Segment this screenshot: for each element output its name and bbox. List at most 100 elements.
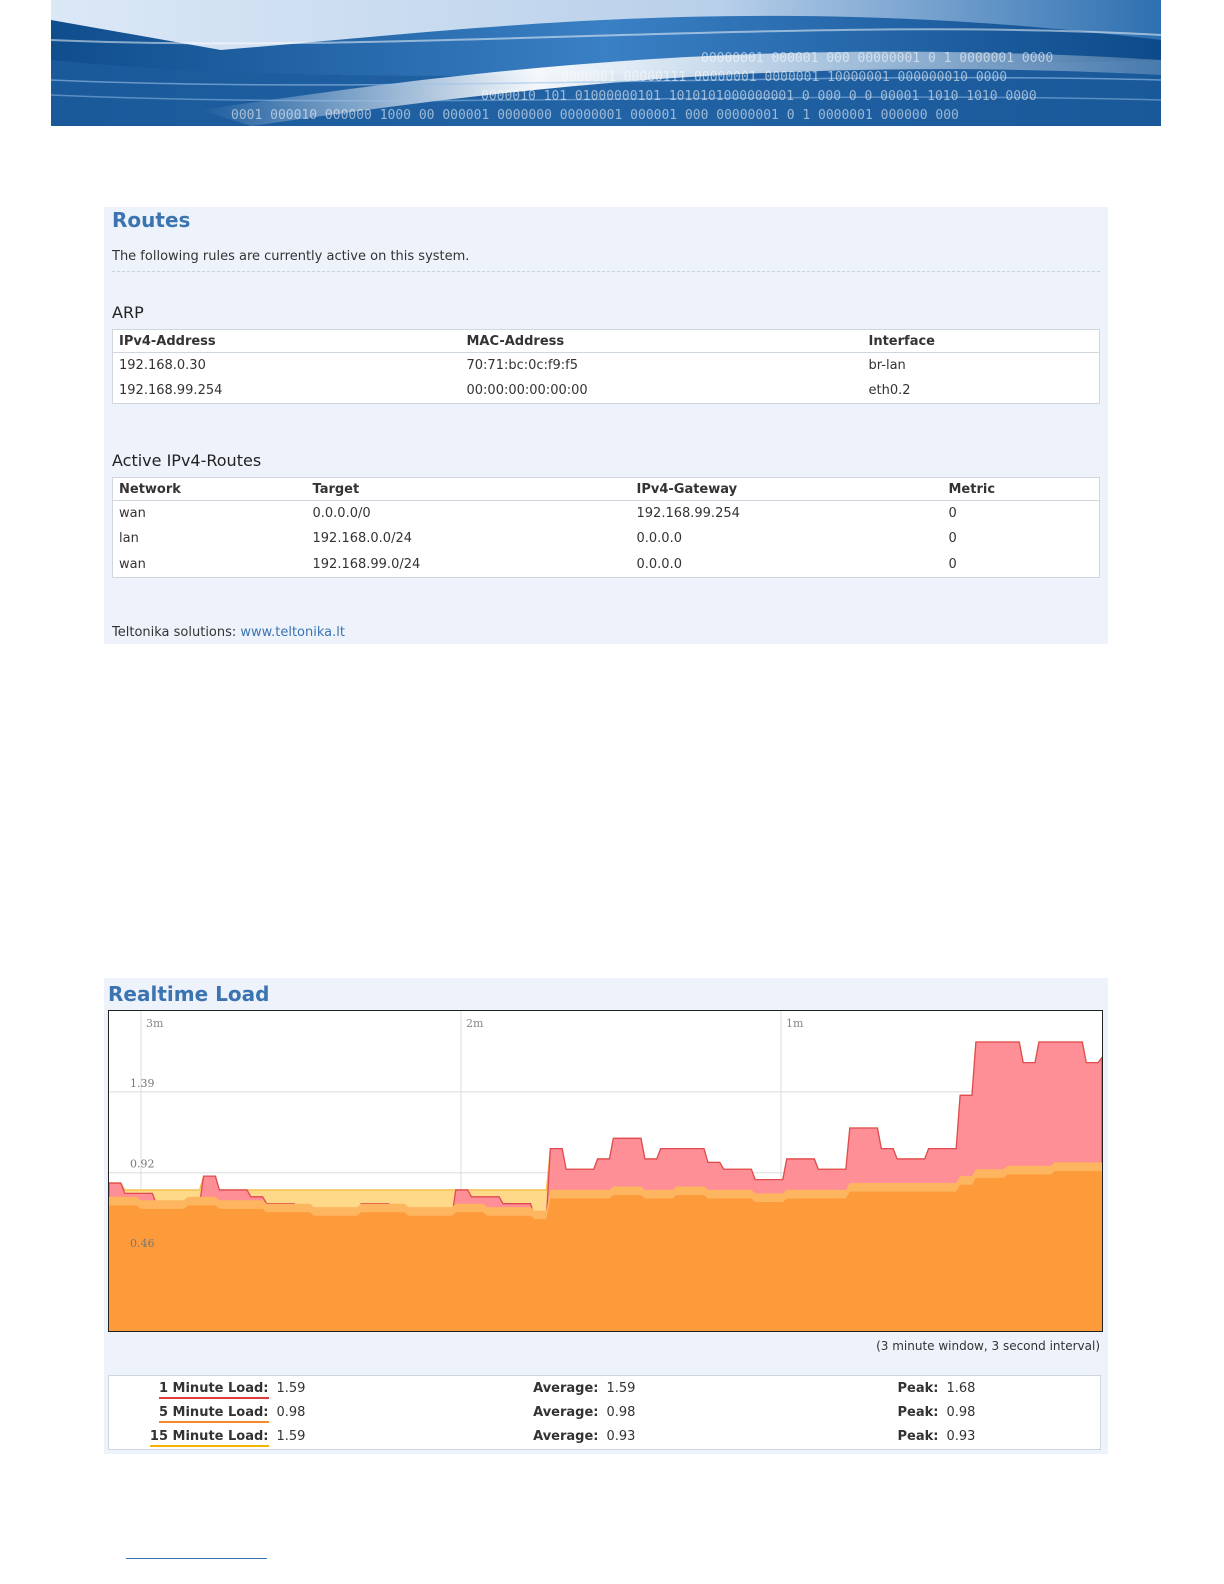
arp-table: IPv4-Address MAC-Address Interface 192.1… xyxy=(112,329,1100,404)
column-header: IPv4-Address xyxy=(112,329,461,353)
route-gateway-cell: 192.168.99.254 xyxy=(636,506,740,521)
route-network-cell: wan xyxy=(119,506,146,521)
legend-row: 1 Minute Load: 1.59 Average: 1.59 Peak: 1.68 xyxy=(109,1376,1101,1401)
footer-prefix: Teltonika solutions: xyxy=(112,625,241,640)
legend-peak-value-cell: 1.68 xyxy=(943,1376,1101,1401)
column-header: Network xyxy=(112,477,307,501)
load-chart-svg: 3m 2m 1m 1.39 0.92 0.46 xyxy=(109,1011,1102,1331)
legend-label-cell: 1 Minute Load: xyxy=(109,1376,273,1401)
routes-title: Routes xyxy=(112,208,191,232)
window-note: (3 minute window, 3 second interval) xyxy=(876,1339,1100,1353)
arp-section-title: ARP xyxy=(112,303,144,322)
legend-label: 1 Minute Load: xyxy=(158,1380,269,1399)
svg-text:0000010 101 01000000101 101010: 0000010 101 01000000101 1010101000000001… xyxy=(481,89,1037,104)
legend-value: 0.98 xyxy=(276,1405,306,1421)
legend-average-value-cell: 0.93 xyxy=(603,1425,873,1450)
legend-average-label: Average: xyxy=(533,1380,599,1396)
legend-peak-label-cell: Peak: xyxy=(873,1400,943,1425)
legend-value: 1.59 xyxy=(276,1380,306,1396)
legend-average-value: 0.93 xyxy=(606,1429,636,1445)
legend-peak-label: Peak: xyxy=(897,1380,939,1396)
banner-graphic: 00000001 000001 000 00000001 0 1 0000001… xyxy=(51,0,1161,126)
arp-mac-cell: 70:71:bc:0c:f9:f5 xyxy=(466,358,579,373)
legend-average-label: Average: xyxy=(533,1405,599,1421)
route-target-cell: 192.168.0.0/24 xyxy=(312,531,413,547)
legend-label-cell: 5 Minute Load: xyxy=(109,1400,273,1425)
ipv4-routes-table: Network Target IPv4-Gateway Metric wan 0… xyxy=(112,477,1100,578)
legend-value-cell: 0.98 xyxy=(273,1400,523,1425)
legend-peak-value: 1.68 xyxy=(946,1380,976,1396)
routes-description: The following rules are currently active… xyxy=(112,249,470,264)
header-banner: 00000001 000001 000 00000001 0 1 0000001… xyxy=(51,0,1161,126)
load-chart: 3m 2m 1m 1.39 0.92 0.46 xyxy=(108,1010,1103,1332)
legend-row: 15 Minute Load: 1.59 Average: 0.93 Peak: 0.93 xyxy=(109,1425,1101,1450)
table-row: 192.168.0.30 70:71:bc:0c:f9:f5 br-lan xyxy=(113,353,1100,379)
svg-text:0001 000010 000000 1000 00 000: 0001 000010 000000 1000 00 000001 000000… xyxy=(231,108,959,123)
table-row: wan 192.168.99.0/24 0.0.0.0 0 xyxy=(113,552,1100,578)
legend-average-value-cell: 1.59 xyxy=(603,1376,873,1401)
footer-credits: Teltonika solutions: www.teltonika.lt xyxy=(112,625,345,640)
route-gateway-cell: 0.0.0.0 xyxy=(636,556,682,572)
svg-text:0000001 00000111 00000001 0000: 0000001 00000111 00000001 0000001 100000… xyxy=(561,70,1007,85)
svg-text:00000001 000001 000 00000001 0: 00000001 000001 000 00000001 0 1 0000001… xyxy=(701,51,1053,66)
legend-average-value: 1.59 xyxy=(606,1380,636,1396)
route-metric-cell: 0 xyxy=(948,556,957,572)
arp-mac-cell: 00:00:00:00:00:00 xyxy=(466,383,588,398)
legend-label: 15 Minute Load: xyxy=(149,1429,269,1448)
column-header: MAC-Address xyxy=(460,329,863,353)
table-row: 192.168.99.254 00:00:00:00:00:00 eth0.2 xyxy=(113,378,1100,404)
route-target-cell: 192.168.99.0/24 xyxy=(312,556,421,572)
legend-average-value-cell: 0.98 xyxy=(603,1400,873,1425)
legend-average-label-cell: Average: xyxy=(523,1400,603,1425)
legend-value: 1.59 xyxy=(276,1429,306,1445)
legend-peak-label: Peak: xyxy=(897,1429,939,1445)
legend-peak-value-cell: 0.98 xyxy=(943,1400,1101,1425)
legend-peak-label-cell: Peak: xyxy=(873,1376,943,1401)
legend-peak-value-cell: 0.93 xyxy=(943,1425,1101,1450)
arp-interface-cell: eth0.2 xyxy=(868,383,911,398)
table-row: wan 0.0.0.0/0 192.168.99.254 0 xyxy=(113,501,1100,527)
arp-header-row: IPv4-Address MAC-Address Interface xyxy=(112,329,1100,353)
arp-interface-cell: br-lan xyxy=(868,358,906,373)
legend-peak-value: 0.98 xyxy=(946,1405,976,1421)
legend-peak-label-cell: Peak: xyxy=(873,1425,943,1450)
legend-label: 5 Minute Load: xyxy=(158,1405,269,1424)
legend-value-cell: 1.59 xyxy=(273,1425,523,1450)
column-header: IPv4-Gateway xyxy=(630,477,943,501)
legend-average-label-cell: Average: xyxy=(523,1376,603,1401)
x-tick-label: 1m xyxy=(786,1017,804,1030)
realtime-load-title: Realtime Load xyxy=(108,982,270,1006)
y-tick-label: 0.46 xyxy=(130,1237,155,1250)
route-metric-cell: 0 xyxy=(948,506,957,521)
column-header: Interface xyxy=(862,329,1100,353)
route-gateway-cell: 0.0.0.0 xyxy=(636,531,682,547)
legend-value-cell: 1.59 xyxy=(273,1376,523,1401)
arp-ipv4-cell: 192.168.0.30 xyxy=(119,358,206,373)
arp-ipv4-cell: 192.168.99.254 xyxy=(119,383,223,398)
x-tick-label: 2m xyxy=(466,1017,484,1030)
legend-average-label-cell: Average: xyxy=(523,1425,603,1450)
legend-peak-label: Peak: xyxy=(897,1405,939,1421)
page-footer-rule xyxy=(126,1558,267,1559)
load-legend-table: 1 Minute Load: 1.59 Average: 1.59 Peak: 1.68 5… xyxy=(108,1375,1101,1451)
table-row: lan 192.168.0.0/24 0.0.0.0 0 xyxy=(113,526,1100,552)
column-header: Target xyxy=(306,477,631,501)
legend-peak-value: 0.93 xyxy=(946,1429,976,1445)
route-metric-cell: 0 xyxy=(948,531,957,547)
legend-row: 5 Minute Load: 0.98 Average: 0.98 Peak: 0.98 xyxy=(109,1400,1101,1425)
legend-average-value: 0.98 xyxy=(606,1405,636,1421)
y-tick-label: 0.92 xyxy=(130,1158,155,1171)
legend-average-label: Average: xyxy=(533,1429,599,1445)
routes-panel xyxy=(104,207,1108,644)
route-target-cell: 0.0.0.0/0 xyxy=(312,506,371,521)
route-network-cell: lan xyxy=(119,531,139,547)
ipv4-header-row: Network Target IPv4-Gateway Metric xyxy=(112,477,1100,501)
route-network-cell: wan xyxy=(119,556,146,572)
legend-label-cell: 15 Minute Load: xyxy=(109,1425,273,1450)
x-tick-label: 3m xyxy=(146,1017,164,1030)
teltonika-link[interactable]: www.teltonika.lt xyxy=(240,625,345,640)
ipv4-routes-section-title: Active IPv4-Routes xyxy=(112,451,262,470)
column-header: Metric xyxy=(942,477,1100,501)
description-divider xyxy=(112,271,1100,272)
y-tick-label: 1.39 xyxy=(130,1077,155,1090)
